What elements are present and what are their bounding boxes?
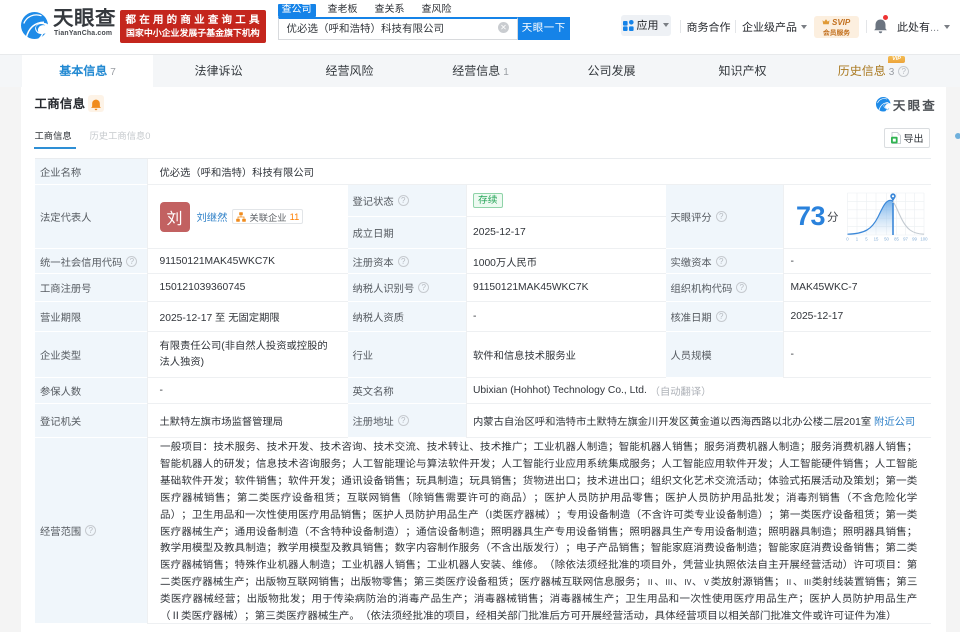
svg-text:1: 1 (856, 237, 859, 242)
svg-text:97: 97 (903, 237, 908, 242)
svg-text:99: 99 (912, 237, 917, 242)
svg-text:15: 15 (874, 237, 879, 242)
svg-text:100: 100 (920, 237, 928, 242)
svg-text:50: 50 (884, 237, 889, 242)
svg-text:85: 85 (894, 237, 899, 242)
svg-text:5: 5 (865, 237, 868, 242)
svg-text:0: 0 (846, 237, 849, 242)
